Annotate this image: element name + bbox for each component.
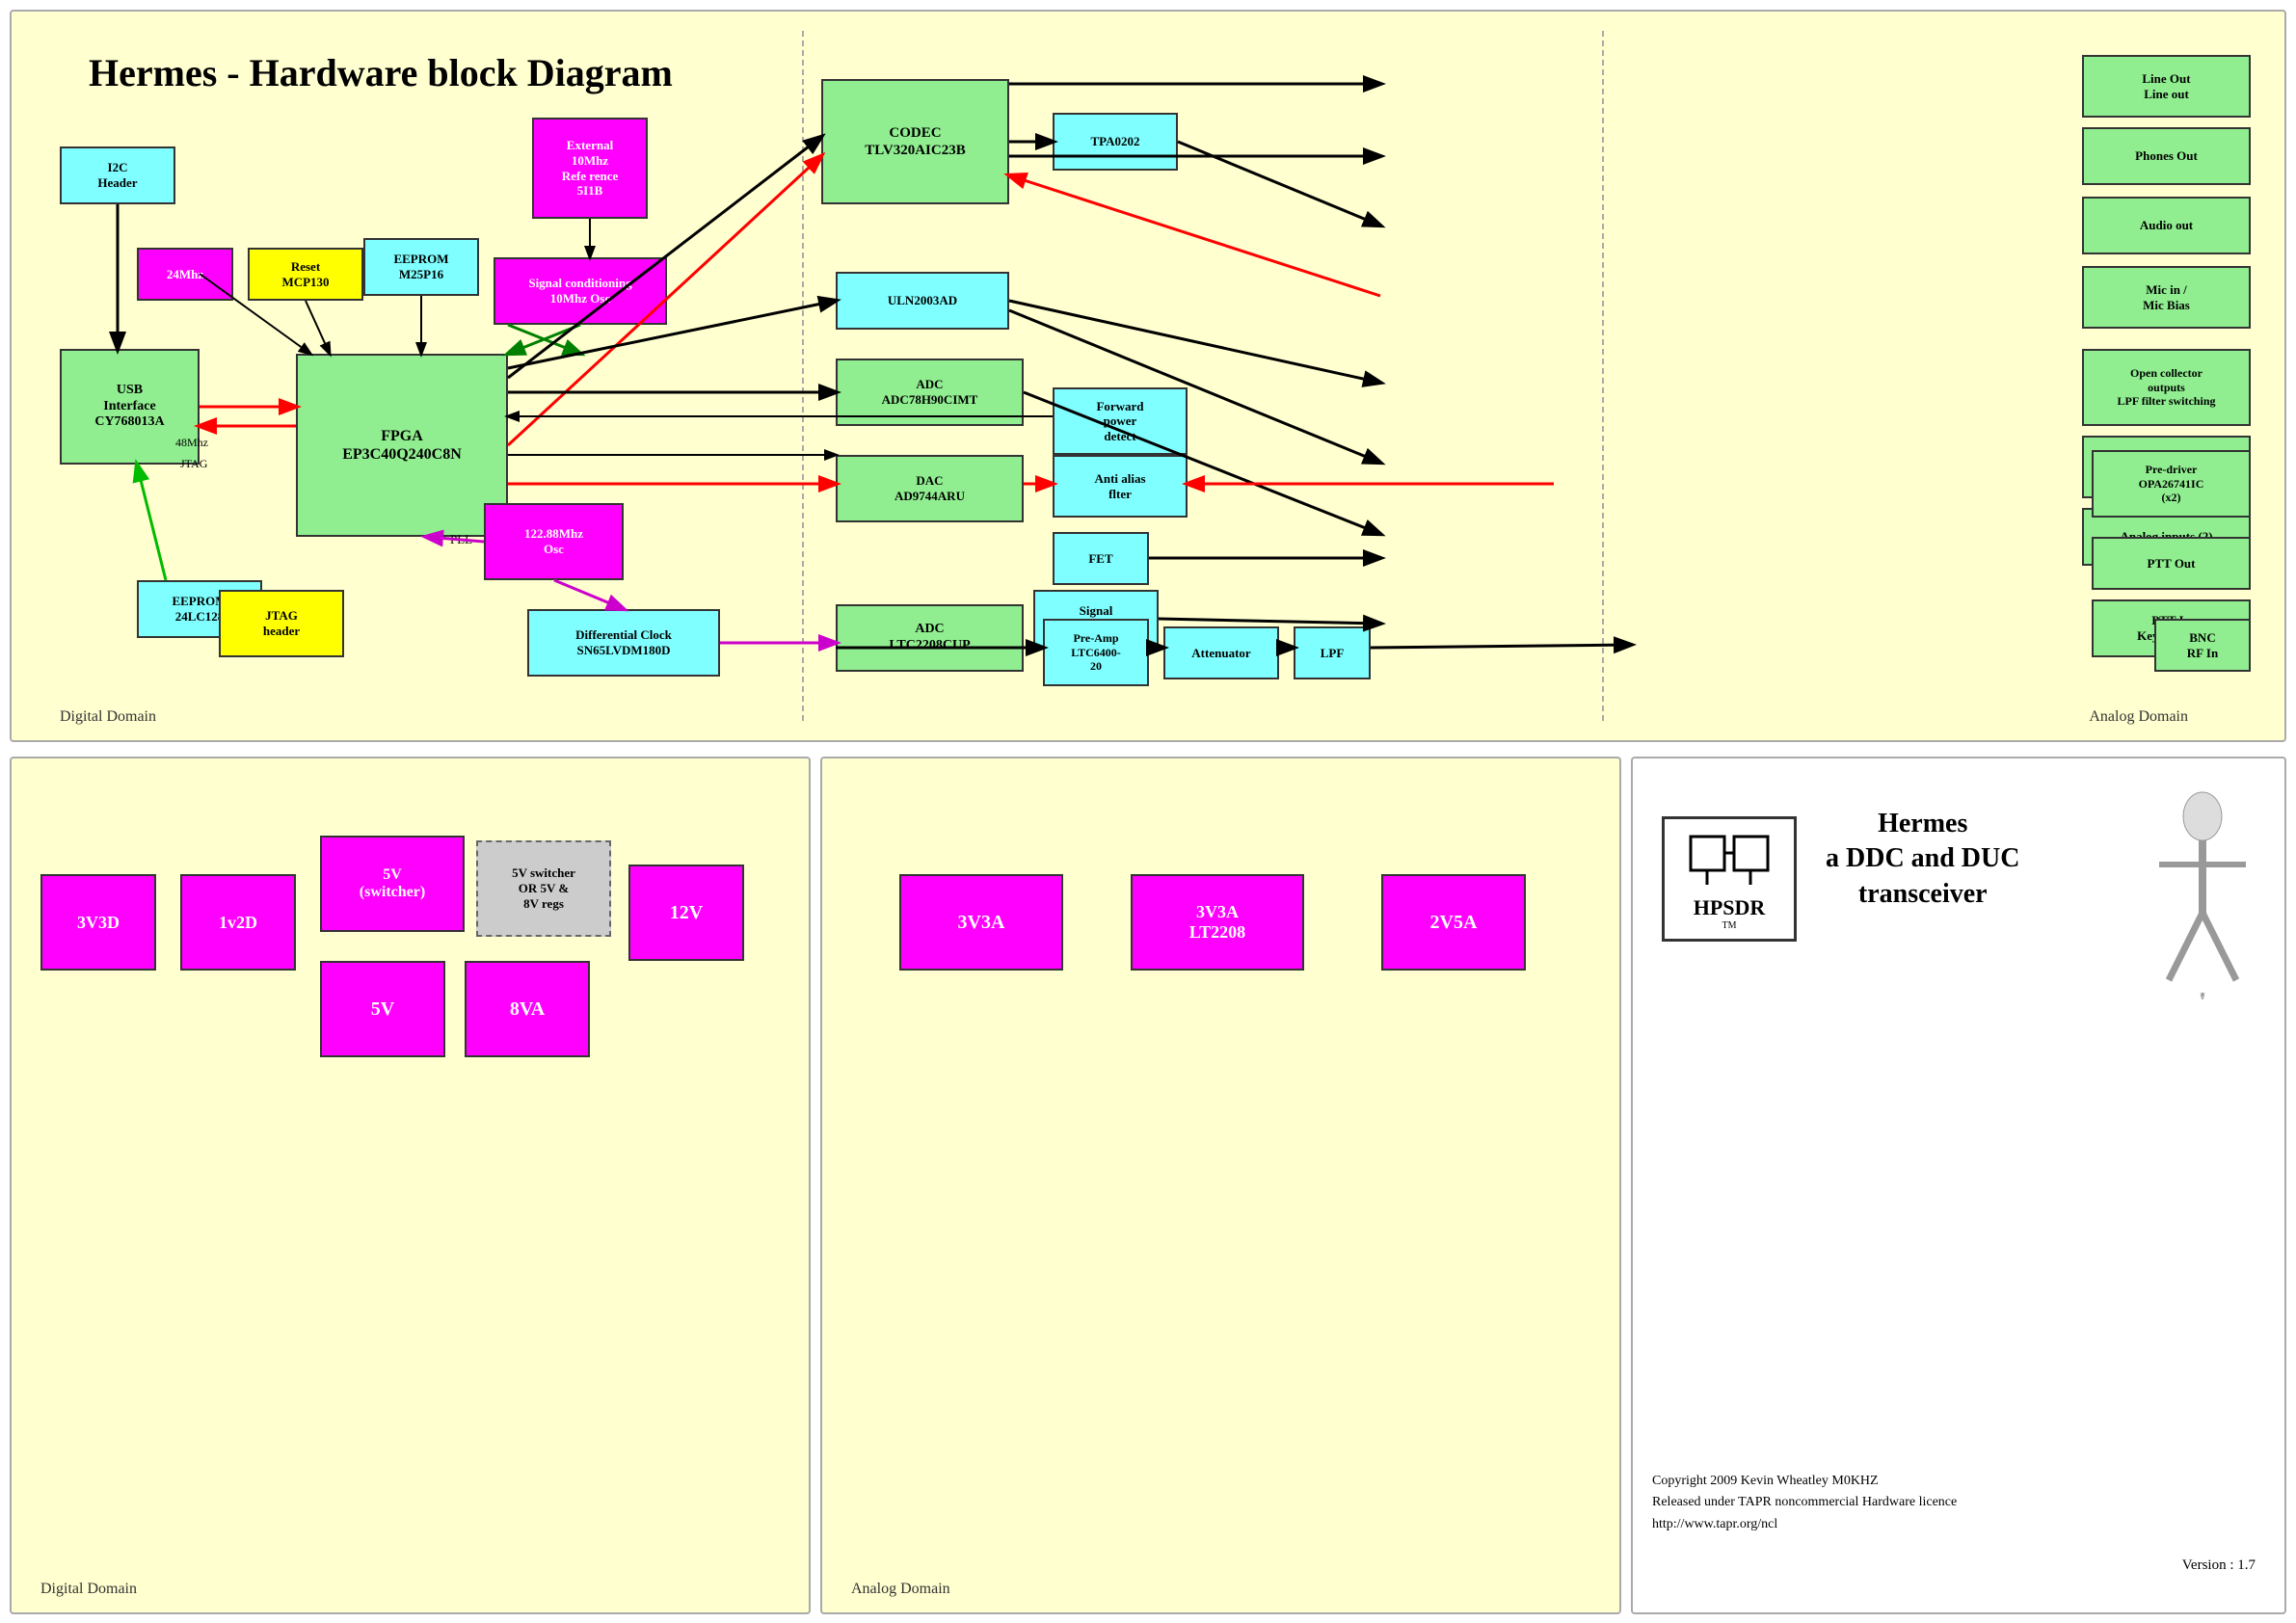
page-title: Hermes - Hardware block Diagram [89,50,673,95]
hpsdr-text: HPSDR [1694,895,1766,920]
top-diagram-area: Hermes - Hardware block Diagram Digital … [10,10,2286,742]
hermes-svg: ☤ [2140,787,2265,1009]
hpsdr-tm: TM [1722,920,1737,931]
v5switch-block: 5V(switcher) [320,836,465,932]
main-container: Hermes - Hardware block Diagram Digital … [0,0,2296,1623]
adc-adc78-block: ADCADC78H90CIMT [836,359,1024,426]
bottom-analog-label: Analog Domain [851,1581,950,1598]
jtag-label: JTAG [180,457,207,471]
v1v2d-block: 1v2D [180,874,296,971]
signal-cond-block: Signal conditioning10Mhz Osc [494,257,667,325]
mhz48-label: 48Mhz [175,436,208,450]
attenuator-block: Attenuator [1163,626,1279,679]
v3a-block: 3V3A [899,874,1063,971]
mic-in-block: Mic in /Mic Bias [2082,266,2251,329]
bnc-rf-in-block: BNCRF In [2154,619,2251,672]
hermes-figure: ☤ [2140,787,2265,1009]
tpa0202-block: TPA0202 [1053,113,1178,171]
fwd-power-block: Forwardpowerdetect [1053,387,1188,455]
v2v5a-block: 2V5A [1381,874,1526,971]
diff-clock-block: Differential ClockSN65LVDM180D [527,609,720,677]
hpsdr-logo-box: HPSDR TM [1662,816,1797,942]
open-collector-block: Open collectoroutputsLPF filter switchin… [2082,349,2251,426]
copyright-text: Copyright 2009 Kevin Wheatley M0KHZ Rele… [1652,1471,1957,1535]
v5switch2-block: 5V switcherOR 5V &8V regs [476,840,611,937]
ptt-out-block: PTT Out [2092,537,2251,590]
hermes-info-title: Hermesa DDC and DUCtransceiver [1826,807,2019,912]
mhz24-block: 24Mhz [137,248,233,301]
external-10mhz-block: External10MhzRefe rence5I1B [532,118,648,219]
phones-out-block: Phones Out [2082,127,2251,185]
divider-right [1602,31,1604,721]
v8va-block: 8VA [465,961,590,1057]
version-text: Version : 1.7 [2182,1557,2256,1574]
eeprom-m25p16-block: EEPROMM25P16 [363,238,479,296]
codec-block: CODECTLV320AIC23B [821,79,1009,204]
lpf-block: LPF [1294,626,1371,679]
v3a-lt2208-block: 3V3ALT2208 [1131,874,1304,971]
bottom-digital-label: Digital Domain [40,1581,137,1598]
anti-alias-block: Anti aliasflter [1053,455,1188,518]
digital-domain-label: Digital Domain [60,708,156,726]
v5-block: 5V [320,961,445,1057]
bottom-area: Digital Domain 3V3D 1v2D 5V(switcher) 5V… [10,757,2286,1614]
v12-block: 12V [628,865,744,961]
v3d-block: 3V3D [40,874,156,971]
line-out-block: Line OutLine out [2082,55,2251,118]
bottom-info: HPSDR TM Hermesa DDC and DUCtransceiver … [1631,757,2286,1614]
pll-label: PLL [450,532,472,547]
preamp-block: Pre-AmpLTC6400-20 [1043,619,1149,686]
predriver-block: Pre-driverOPA26741IC(x2) [2092,450,2251,518]
adc-ltc2208-block: ADCLTC2208CUP [836,604,1024,672]
audio-out-block: Audio out [2082,197,2251,254]
dac-ad9744-block: DACAD9744ARU [836,455,1024,522]
jtag-header-block: JTAGheader [219,590,344,657]
bottom-analog: Analog Domain 3V3A 3V3ALT2208 2V5A [820,757,1621,1614]
i2c-header-block: I2CHeader [60,146,175,204]
svg-text:☤: ☤ [2200,992,2206,1002]
fpga-block: FPGAEP3C40Q240C8N [296,354,508,537]
analog-domain-label: Analog Domain [2089,708,2188,726]
hpsdr-circuit-icon [1681,827,1777,894]
reset-mcp130-block: ResetMCP130 [248,248,363,301]
bottom-digital: Digital Domain 3V3D 1v2D 5V(switcher) 5V… [10,757,811,1614]
divider-left [802,31,804,721]
uln2003ad-block: ULN2003AD [836,272,1009,330]
osc122-block: 122.88MhzOsc [484,503,624,580]
fet-block: FET [1053,532,1149,585]
